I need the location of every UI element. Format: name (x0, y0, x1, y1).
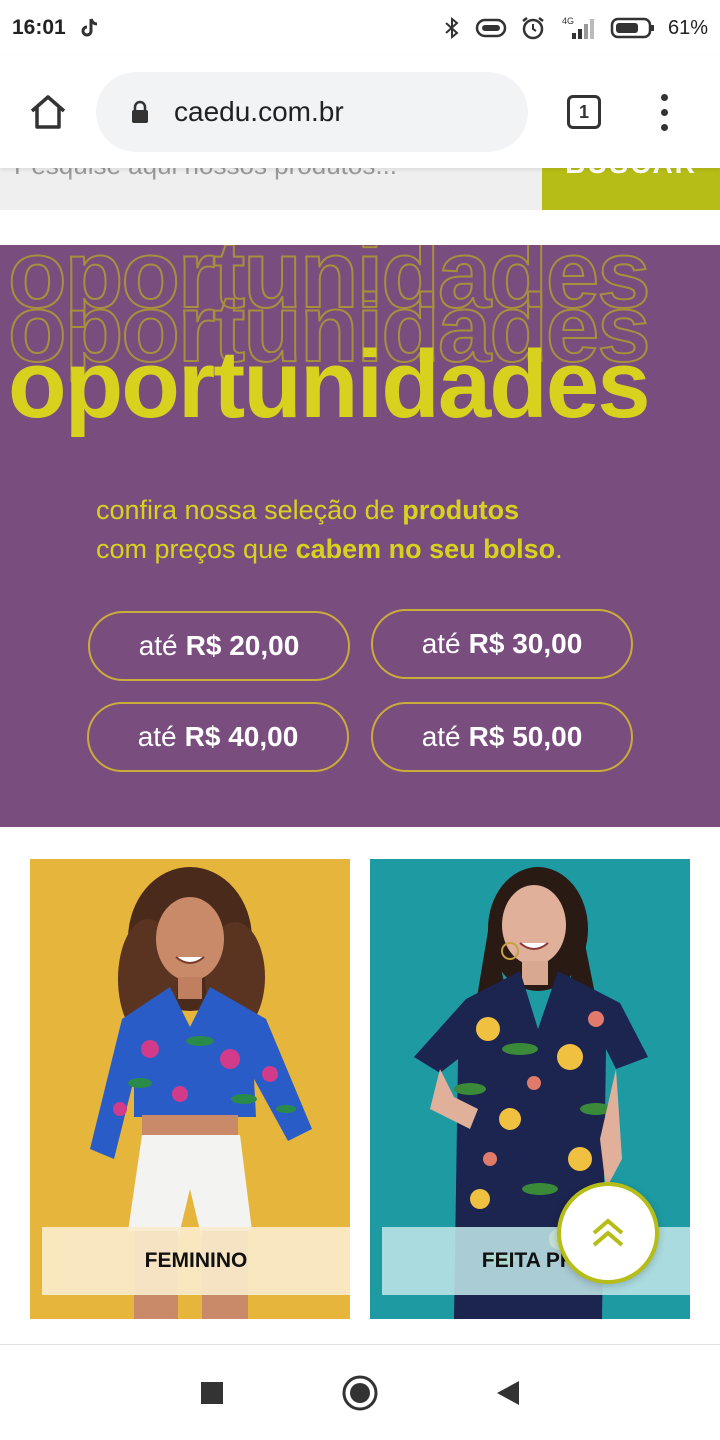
browser-home-button[interactable] (0, 56, 96, 168)
banner-line2-suffix: . (555, 534, 563, 564)
category-card-feminino[interactable]: FEMININO (30, 859, 350, 1319)
battery-percent: 61% (667, 16, 708, 39)
banner-line2-text: com preços que (96, 534, 296, 564)
tab-switcher-button[interactable]: 1 (534, 56, 634, 168)
lock-icon (130, 100, 150, 124)
price-value: R$ 40,00 (184, 721, 299, 752)
battery-icon (610, 16, 656, 40)
browser-toolbar: caedu.com.br 1 (0, 56, 720, 168)
price-prefix: até (138, 630, 178, 661)
nav-back-button[interactable] (434, 1345, 582, 1440)
price-button-40[interactable]: até R$ 40,00 (87, 702, 349, 772)
nav-recents-button[interactable] (138, 1345, 286, 1440)
bluetooth-icon (442, 16, 462, 40)
price-button-20[interactable]: até R$ 20,00 (88, 611, 350, 681)
banner-line2-bold: cabem no seu bolso (295, 534, 556, 564)
address-bar[interactable]: caedu.com.br (96, 72, 528, 152)
banner-line1-text: confira nossa seleção de (96, 495, 403, 525)
tiktok-icon (80, 17, 100, 39)
price-prefix: até (421, 628, 461, 659)
banner-headline: oportunidades (8, 331, 651, 438)
vibrate-icon (474, 17, 508, 39)
tabs-icon: 1 (567, 95, 601, 129)
system-nav-bar (0, 1344, 720, 1440)
back-triangle-icon (495, 1379, 521, 1407)
network-label: 4G (562, 16, 574, 26)
home-icon (28, 93, 68, 131)
banner-subtext: confira nossa seleção de produtos com pr… (96, 491, 563, 569)
price-value: R$ 50,00 (468, 721, 583, 752)
home-circle-icon (341, 1374, 379, 1412)
signal-icon: 4G (558, 15, 598, 41)
price-prefix: até (137, 721, 177, 752)
promo-banner[interactable]: oportunidades oportunidades oportunidade… (0, 245, 720, 827)
more-vert-icon[interactable] (634, 56, 694, 168)
banner-line1-bold: produtos (402, 495, 520, 525)
status-time: 16:01 (12, 16, 66, 39)
price-prefix: até (421, 721, 461, 752)
back-to-top-button[interactable] (557, 1182, 659, 1284)
recents-square-icon (200, 1381, 224, 1405)
nav-home-button[interactable] (286, 1345, 434, 1440)
price-button-50[interactable]: até R$ 50,00 (371, 702, 633, 772)
price-value: R$ 20,00 (185, 630, 300, 661)
price-value: R$ 30,00 (468, 628, 583, 659)
alarm-icon (520, 15, 546, 41)
url-text: caedu.com.br (174, 96, 344, 127)
price-button-30[interactable]: até R$ 30,00 (371, 609, 633, 679)
double-chevron-up-icon (588, 1215, 628, 1251)
status-bar: 16:01 4G 61% (0, 0, 720, 56)
category-label: FEMININO (42, 1227, 350, 1295)
